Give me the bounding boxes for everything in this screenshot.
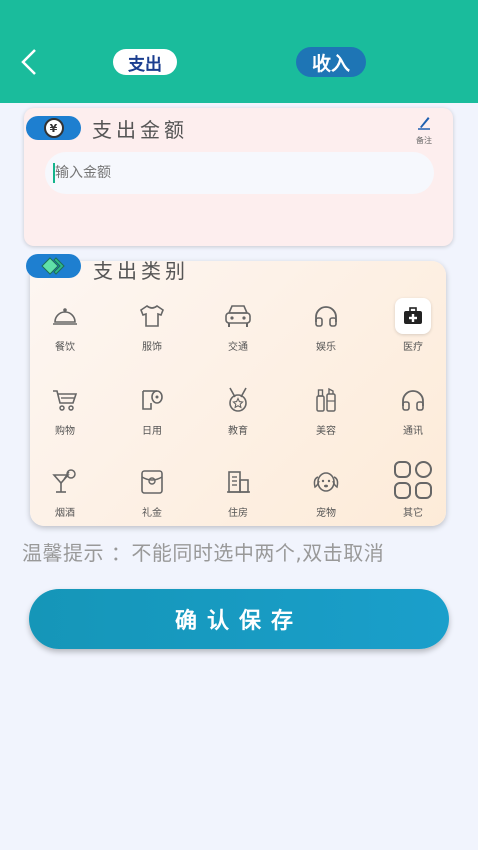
yuan-coin-icon: ¥ bbox=[43, 118, 64, 138]
medal-icon bbox=[222, 384, 254, 416]
car-icon bbox=[222, 300, 254, 332]
headphones-icon bbox=[397, 384, 429, 416]
tab-income[interactable]: 收入 bbox=[296, 47, 366, 77]
category-label: 医疗 bbox=[403, 342, 423, 353]
category-label: 购物 bbox=[55, 426, 75, 437]
category-label: 餐饮 bbox=[55, 342, 75, 353]
category-label: 宠物 bbox=[316, 508, 336, 519]
cloche-icon bbox=[49, 300, 81, 332]
category-shopping[interactable]: 购物 bbox=[30, 384, 100, 456]
category-label: 烟酒 bbox=[55, 508, 75, 519]
category-education[interactable]: 教育 bbox=[203, 384, 273, 456]
category-label: 日用 bbox=[142, 426, 162, 437]
save-button[interactable]: 确认保存 bbox=[29, 589, 449, 649]
category-dining[interactable]: 餐饮 bbox=[30, 300, 100, 372]
toilet-paper-icon bbox=[136, 384, 168, 416]
category-gift-money[interactable]: 礼金 bbox=[117, 466, 187, 538]
category-label: 通讯 bbox=[403, 426, 423, 437]
text-cursor bbox=[53, 163, 55, 183]
medical-kit-icon bbox=[395, 298, 431, 334]
top-bar: 支出 收入 bbox=[0, 0, 478, 103]
pen-icon bbox=[418, 117, 430, 130]
note-label: 备注 bbox=[416, 136, 432, 145]
category-daily[interactable]: 日用 bbox=[117, 384, 187, 456]
category-beauty[interactable]: 美容 bbox=[291, 384, 361, 456]
shirt-icon bbox=[136, 300, 168, 332]
category-section-title: 支出类别 bbox=[93, 259, 189, 283]
cart-icon bbox=[49, 384, 81, 416]
amount-input[interactable] bbox=[45, 152, 434, 194]
tab-expense[interactable]: 支出 bbox=[113, 49, 177, 75]
category-transport[interactable]: 交通 bbox=[203, 300, 273, 372]
category-pet[interactable]: 宠物 bbox=[291, 466, 361, 538]
category-label: 娱乐 bbox=[316, 342, 336, 353]
category-medical[interactable]: 医疗 bbox=[378, 298, 448, 370]
cosmetics-icon bbox=[310, 384, 342, 416]
building-icon bbox=[222, 466, 254, 498]
note-button[interactable]: 备注 bbox=[412, 114, 436, 145]
diamond-layers-icon bbox=[40, 257, 65, 275]
amount-badge: ¥ bbox=[26, 116, 81, 140]
category-grid: 餐饮 服饰 交通 娱乐 医疗 购物 日用 教育 美容 通讯 烟酒 礼金 住房 宠… bbox=[30, 290, 446, 526]
grid-icon bbox=[393, 460, 433, 500]
back-arrow-icon[interactable] bbox=[18, 48, 42, 76]
category-label: 礼金 bbox=[142, 508, 162, 519]
hint-text: 温馨提示 ：不能同时选中两个,双击取消 bbox=[22, 541, 385, 565]
cocktail-icon bbox=[49, 466, 81, 498]
category-label: 其它 bbox=[403, 508, 423, 519]
category-other[interactable]: 其它 bbox=[378, 460, 448, 532]
category-housing[interactable]: 住房 bbox=[203, 466, 273, 538]
category-label: 教育 bbox=[228, 426, 248, 437]
category-telecom[interactable]: 通讯 bbox=[378, 384, 448, 456]
dog-icon bbox=[310, 466, 342, 498]
headphones-icon bbox=[310, 300, 342, 332]
category-badge bbox=[26, 254, 81, 278]
category-tobacco-alcohol[interactable]: 烟酒 bbox=[30, 466, 100, 538]
category-label: 交通 bbox=[228, 342, 248, 353]
category-label: 美容 bbox=[316, 426, 336, 437]
category-label: 住房 bbox=[228, 508, 248, 519]
category-entertainment[interactable]: 娱乐 bbox=[291, 300, 361, 372]
category-clothing[interactable]: 服饰 bbox=[117, 300, 187, 372]
amount-section-title: 支出金额 bbox=[92, 118, 188, 142]
gift-icon bbox=[136, 466, 168, 498]
category-label: 服饰 bbox=[142, 342, 162, 353]
